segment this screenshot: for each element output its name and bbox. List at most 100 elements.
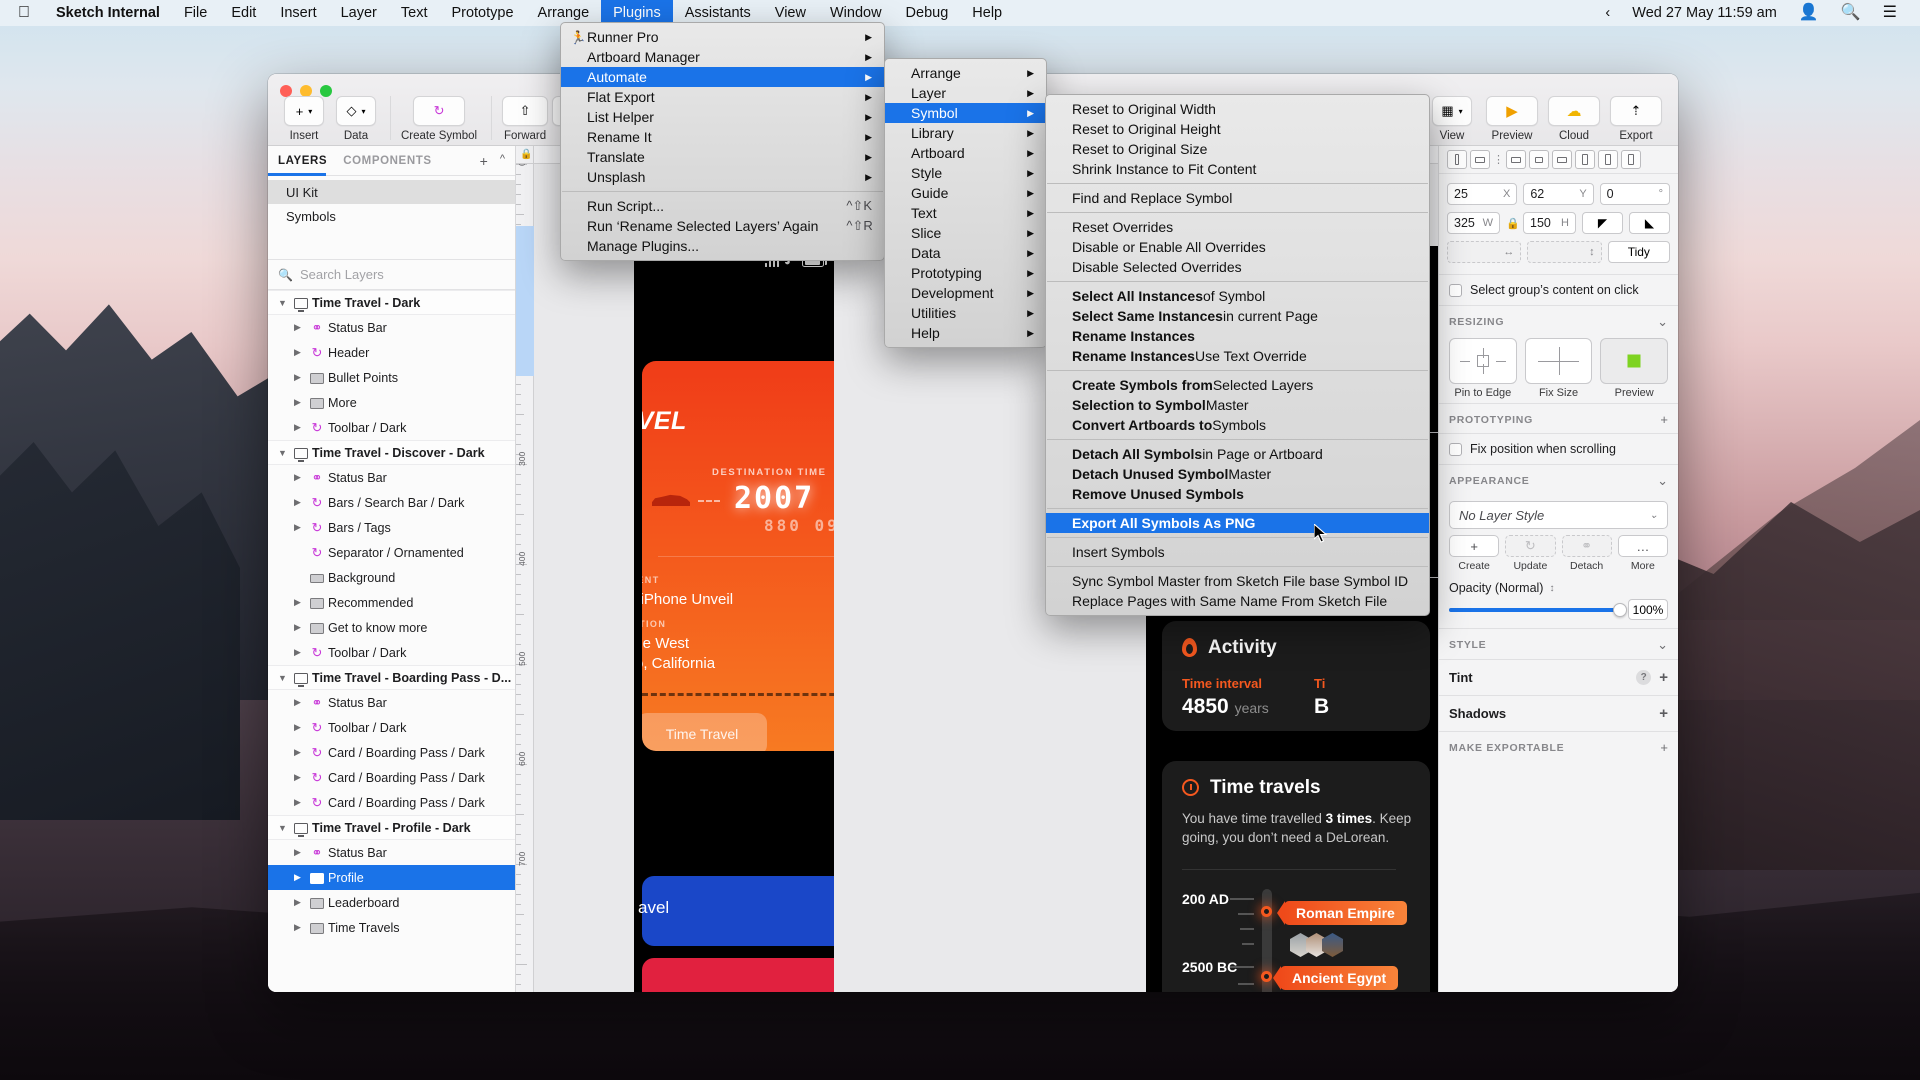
layer-row[interactable]: ▶ More bbox=[268, 390, 515, 415]
disclosure-triangle[interactable]: ▶ bbox=[294, 897, 306, 908]
symbol-menu-item[interactable]: Disable Selected Overrides bbox=[1046, 257, 1429, 277]
automate-menu-item[interactable]: Prototyping ▶ bbox=[885, 263, 1046, 283]
align-left-icon[interactable] bbox=[1447, 150, 1467, 169]
symbol-menu-item[interactable]: Selection to Symbol Master bbox=[1046, 395, 1429, 415]
apple-menu-icon[interactable]:  bbox=[0, 0, 44, 26]
disclosure-triangle[interactable]: ▶ bbox=[294, 922, 306, 933]
lock-aspect-icon[interactable]: 🔒 bbox=[1506, 217, 1520, 230]
symbol-menu-item[interactable]: Convert Artboards to Symbols bbox=[1046, 415, 1429, 435]
layer-artboard-row[interactable]: ▼ Time Travel - Boarding Pass - D... bbox=[268, 665, 515, 690]
toolbar-forward[interactable]: ⇧ Forward bbox=[502, 96, 549, 142]
fix-position-checkbox[interactable] bbox=[1449, 442, 1462, 456]
menu-app-name[interactable]: Sketch Internal bbox=[44, 0, 172, 26]
chevron-down-icon[interactable]: ⌄ bbox=[1657, 314, 1668, 330]
flip-horizontal-icon[interactable]: ◤ bbox=[1582, 212, 1623, 234]
disclosure-triangle[interactable]: ▶ bbox=[294, 722, 306, 733]
menu-insert[interactable]: Insert bbox=[268, 0, 328, 26]
add-page-icon[interactable]: + bbox=[480, 153, 488, 169]
disclosure-triangle[interactable]: ▼ bbox=[278, 298, 290, 308]
fix-position-row[interactable]: Fix position when scrolling bbox=[1439, 433, 1678, 464]
layer-artboard-row[interactable]: ▼ Time Travel - Dark bbox=[268, 290, 515, 315]
menu-prototype[interactable]: Prototype bbox=[439, 0, 525, 26]
activity-card[interactable]: Activity Time interval 4850 years Ti B bbox=[1162, 621, 1430, 731]
disclosure-triangle[interactable]: ▶ bbox=[294, 797, 306, 808]
select-group-checkbox[interactable] bbox=[1449, 283, 1462, 297]
symbol-menu-item[interactable]: Disable or Enable All Overrides bbox=[1046, 237, 1429, 257]
disclosure-triangle[interactable]: ▶ bbox=[294, 622, 306, 633]
disclosure-triangle[interactable]: ▶ bbox=[294, 322, 306, 333]
toolbar-preview[interactable]: ▶ Preview bbox=[1486, 96, 1538, 142]
select-group-content-row[interactable]: Select group’s content on click bbox=[1439, 274, 1678, 305]
layer-row[interactable]: ▶ ⚭ Status Bar bbox=[268, 315, 515, 340]
symbol-menu-item[interactable]: Remove Unused Symbols bbox=[1046, 484, 1429, 504]
automate-menu-item[interactable]: Utilities ▶ bbox=[885, 303, 1046, 323]
appearance-section-header[interactable]: APPEARANCE ⌄ bbox=[1439, 464, 1678, 495]
symbol-menu-item[interactable]: Reset Overrides bbox=[1046, 217, 1429, 237]
toolbar-view[interactable]: ▦ ▾ View bbox=[1432, 96, 1472, 142]
help-icon[interactable]: ? bbox=[1636, 670, 1652, 685]
symbol-menu-item[interactable]: Rename Instances Use Text Override bbox=[1046, 346, 1429, 366]
symbol-menu-item[interactable]: Detach All Symbols in Page or Artboard bbox=[1046, 444, 1429, 464]
flip-vertical-icon[interactable]: ◣ bbox=[1629, 212, 1670, 234]
opacity-slider[interactable] bbox=[1449, 602, 1627, 617]
plugins-menu-item[interactable]: Run ‘Rename Selected Layers’ Again ^⇧R bbox=[561, 216, 884, 236]
chevron-up-icon[interactable]: ^ bbox=[500, 153, 505, 169]
distribute-icon[interactable]: ⋮ bbox=[1493, 153, 1504, 166]
disclosure-triangle[interactable]: ▼ bbox=[278, 823, 290, 833]
time-travel-button[interactable]: Time Travel bbox=[642, 713, 767, 751]
opacity-value[interactable]: 100% bbox=[1628, 599, 1668, 620]
horizontal-space-field[interactable]: ↔ bbox=[1447, 241, 1522, 263]
plus-icon[interactable]: + bbox=[1660, 412, 1668, 427]
chevron-down-icon[interactable]: ⌄ bbox=[1657, 473, 1668, 489]
align-v3-icon[interactable] bbox=[1621, 150, 1641, 169]
plugins-menu-item[interactable]: Manage Plugins... bbox=[561, 236, 884, 256]
disclosure-triangle[interactable]: ▶ bbox=[294, 497, 306, 508]
chevron-down-icon[interactable]: ⌄ bbox=[1657, 637, 1668, 653]
disclosure-triangle[interactable]: ▶ bbox=[294, 872, 306, 883]
make-exportable-header[interactable]: MAKE EXPORTABLE + bbox=[1439, 731, 1678, 761]
automate-menu-item[interactable]: Help ▶ bbox=[885, 323, 1046, 343]
toolbar-cloud[interactable]: ☁ Cloud bbox=[1548, 96, 1600, 142]
disclosure-triangle[interactable]: ▶ bbox=[294, 422, 306, 433]
symbol-menu-item[interactable]: Reset to Original Width bbox=[1046, 99, 1429, 119]
timeline-pill[interactable]: Ancient Egypt bbox=[1272, 966, 1399, 990]
toolbar-export[interactable]: ⇡ Export bbox=[1610, 96, 1662, 142]
opacity-knob[interactable] bbox=[1613, 602, 1627, 617]
menu-edit[interactable]: Edit bbox=[219, 0, 268, 26]
symbol-menu-item[interactable]: Select Same Instances in current Page bbox=[1046, 306, 1429, 326]
symbol-menu-item[interactable]: Insert Symbols bbox=[1046, 542, 1429, 562]
disclosure-triangle[interactable]: ▶ bbox=[294, 472, 306, 483]
symbol-menu-item[interactable]: Reset to Original Size bbox=[1046, 139, 1429, 159]
automate-menu-item[interactable]: Symbol ▶ bbox=[885, 103, 1046, 123]
symbol-menu-item[interactable]: Shrink Instance to Fit Content bbox=[1046, 159, 1429, 179]
layer-artboard-row[interactable]: ▼ Time Travel - Profile - Dark bbox=[268, 815, 515, 840]
disclosure-triangle[interactable]: ▼ bbox=[278, 448, 290, 458]
layer-row[interactable]: ▶ ↻ Header bbox=[268, 340, 515, 365]
menu-layer[interactable]: Layer bbox=[329, 0, 389, 26]
symbol-submenu[interactable]: Reset to Original Width Reset to Original… bbox=[1045, 94, 1430, 616]
layer-row[interactable]: ▶ ↻ Card / Boarding Pass / Dark bbox=[268, 765, 515, 790]
symbol-menu-item[interactable]: Detach Unused Symbol Master bbox=[1046, 464, 1429, 484]
plugins-menu-item[interactable]: Run Script... ^⇧K bbox=[561, 196, 884, 216]
automate-menu-item[interactable]: Data ▶ bbox=[885, 243, 1046, 263]
layer-row[interactable]: ▶ ⚭ Status Bar bbox=[268, 840, 515, 865]
automate-menu-item[interactable]: Library ▶ bbox=[885, 123, 1046, 143]
style-create[interactable]: + Create bbox=[1449, 535, 1500, 572]
plugins-menu-item[interactable]: List Helper ▶ bbox=[561, 107, 884, 127]
plugins-menu-item[interactable]: Unsplash ▶ bbox=[561, 167, 884, 187]
artboard-boarding-pass[interactable]: ◕ AVEL DESTINATION TIME 2007 880 09 VENT… bbox=[634, 246, 834, 992]
layer-row[interactable]: ▶ Time Travels bbox=[268, 915, 515, 940]
layer-row[interactable]: ↻ Separator / Ornamented bbox=[268, 540, 515, 565]
disclosure-triangle[interactable]: ▶ bbox=[294, 697, 306, 708]
stepper-icon[interactable]: ↕ bbox=[1549, 583, 1554, 594]
plus-icon[interactable]: + bbox=[1660, 740, 1668, 755]
layer-row[interactable]: ▶ Leaderboard bbox=[268, 890, 515, 915]
toolbar-create-symbol[interactable]: ↻ Create Symbol bbox=[401, 96, 477, 142]
disclosure-triangle[interactable]: ▶ bbox=[294, 372, 306, 383]
search-input[interactable] bbox=[299, 267, 505, 282]
plugins-menu-item[interactable]: Rename It ▶ bbox=[561, 127, 884, 147]
align-v1-icon[interactable] bbox=[1575, 150, 1595, 169]
prototyping-section-header[interactable]: PROTOTYPING + bbox=[1439, 403, 1678, 433]
plus-icon[interactable]: + bbox=[1659, 705, 1668, 722]
layer-row[interactable]: Background bbox=[268, 565, 515, 590]
